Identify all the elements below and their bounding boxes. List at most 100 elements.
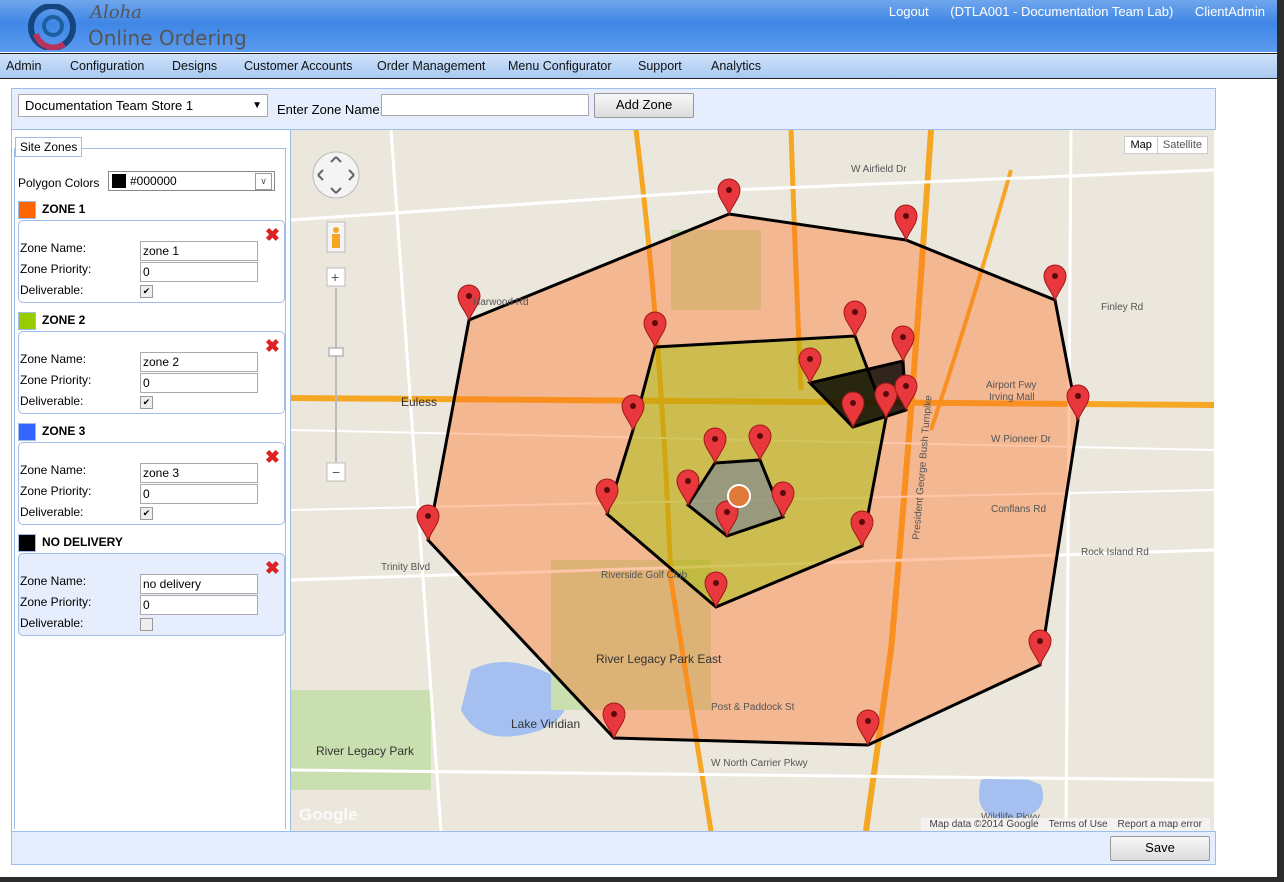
logout-link[interactable]: Logout	[889, 4, 929, 19]
zone-priority-input[interactable]	[140, 262, 258, 282]
map-label: W Pioneer Dr	[991, 434, 1052, 445]
zone-color-swatch[interactable]	[18, 201, 36, 219]
nav-order-management[interactable]: Order Management	[377, 59, 485, 73]
report-map-error-link[interactable]: Report a map error	[1118, 819, 1202, 830]
map-label: Lake Viridian	[511, 717, 580, 731]
dropdown-arrow-icon: ▼	[252, 100, 262, 111]
zone-name-input[interactable]	[140, 463, 258, 483]
zone-priority-label: Zone Priority:	[20, 484, 92, 498]
map-attribution: Map data ©2014 Google Terms of Use Report …	[921, 818, 1210, 831]
delete-zone-icon[interactable]: ✖	[265, 336, 280, 357]
polygon-colors-label: Polygon Colors	[18, 176, 100, 190]
map-label: River Legacy Park	[316, 744, 415, 758]
map-type-control: Map Satellite	[1124, 136, 1208, 154]
zone-header: ZONE 3	[18, 423, 85, 441]
polygon-color-select[interactable]: #000000 ∨	[108, 171, 275, 191]
nav-customer-accounts[interactable]: Customer Accounts	[244, 59, 352, 73]
header: Aloha Online Ordering Logout (DTLA001 - …	[0, 0, 1277, 52]
svg-text:+: +	[331, 269, 339, 285]
zone-name-label: Zone Name:	[20, 574, 87, 588]
delete-zone-icon[interactable]: ✖	[265, 447, 280, 468]
nav-designs[interactable]: Designs	[172, 59, 217, 73]
map-label: Finley Rd	[1101, 302, 1143, 313]
map-label: W North Carrier Pkwy	[711, 758, 808, 769]
zone-header: NO DELIVERY	[18, 534, 123, 552]
zone-color-swatch[interactable]	[18, 423, 36, 441]
map-label: Airport Fwy	[986, 380, 1037, 391]
add-zone-button[interactable]: Add Zone	[594, 93, 694, 118]
zone-header: ZONE 2	[18, 312, 85, 330]
zone-card: ✖ Zone Name: Zone Priority: Deliverable:…	[18, 442, 285, 525]
svg-text:−: −	[332, 464, 340, 480]
zone-name-label: Zone Name:	[20, 352, 87, 366]
account-link[interactable]: (DTLA001 - Documentation Team Lab)	[950, 4, 1173, 19]
zone-toolbar: Documentation Team Store 1 ▼ Enter Zone N…	[11, 88, 1216, 130]
google-logo: Google	[299, 805, 358, 824]
nav-analytics[interactable]: Analytics	[711, 59, 761, 73]
map-label: Post & Paddock St	[711, 702, 795, 713]
map-label: W Airfield Dr	[851, 164, 907, 175]
deliverable-label: Deliverable:	[20, 616, 84, 630]
zone-card: ✖ Zone Name: Zone Priority: Deliverable:	[18, 553, 285, 636]
map-marker-icon[interactable]	[894, 204, 918, 242]
zone-color-swatch[interactable]	[18, 534, 36, 552]
nav-admin[interactable]: Admin	[6, 59, 41, 73]
zone-color-swatch[interactable]	[18, 312, 36, 330]
delete-zone-icon[interactable]: ✖	[265, 225, 280, 246]
zone-name-input[interactable]	[381, 94, 589, 116]
zone-name-label: Enter Zone Name:	[277, 102, 384, 117]
map-type-map[interactable]: Map	[1125, 137, 1156, 153]
zone-name-input[interactable]	[140, 352, 258, 372]
polygon-color-value: #000000	[130, 174, 177, 188]
brand-script: Aloha	[90, 2, 142, 23]
store-select[interactable]: Documentation Team Store 1 ▼	[18, 94, 268, 117]
save-button[interactable]: Save	[1110, 836, 1210, 861]
zone-priority-label: Zone Priority:	[20, 373, 92, 387]
restaurant-icon[interactable]	[727, 484, 751, 508]
map-type-satellite[interactable]: Satellite	[1156, 137, 1207, 153]
terms-link[interactable]: Terms of Use	[1049, 819, 1108, 830]
zone-name-input[interactable]	[140, 574, 258, 594]
color-swatch	[112, 174, 126, 188]
map-label: Riverside Golf Club	[601, 570, 688, 581]
deliverable-checkbox[interactable]: ✔	[140, 285, 153, 298]
map-label: River Legacy Park East	[596, 652, 722, 666]
zone-name-label: Zone Name:	[20, 463, 87, 477]
map-label: Harwood Rd	[473, 297, 529, 308]
deliverable-label: Deliverable:	[20, 394, 84, 408]
zone-priority-input[interactable]	[140, 373, 258, 393]
map-label: Conflans Rd	[991, 504, 1046, 515]
nav-support[interactable]: Support	[638, 59, 682, 73]
chevron-down-icon[interactable]: ∨	[255, 173, 272, 190]
user-link[interactable]: ClientAdmin	[1195, 4, 1265, 19]
map-label: Irving Mall	[989, 392, 1035, 403]
deliverable-checkbox[interactable]	[140, 618, 153, 631]
map-label: Euless	[401, 395, 437, 409]
site-zones-panel: Site Zones Polygon Colors #000000 ∨ ZONE …	[11, 129, 291, 833]
deliverable-label: Deliverable:	[20, 505, 84, 519]
map-label: Rock Island Rd	[1081, 547, 1149, 558]
zone-priority-input[interactable]	[140, 595, 258, 615]
deliverable-checkbox[interactable]: ✔	[140, 507, 153, 520]
pan-control[interactable]	[312, 151, 360, 199]
brand-title: Online Ordering	[88, 26, 247, 50]
zone-priority-label: Zone Priority:	[20, 262, 92, 276]
delete-zone-icon[interactable]: ✖	[265, 558, 280, 579]
zone-card: ✖ Zone Name: Zone Priority: Deliverable:…	[18, 331, 285, 414]
main-nav: Admin Configuration Designs Customer Acc…	[0, 53, 1277, 79]
zoom-slider-handle[interactable]	[328, 347, 344, 357]
deliverable-label: Deliverable:	[20, 283, 84, 297]
footer-bar: Save	[11, 831, 1216, 865]
zone-priority-input[interactable]	[140, 484, 258, 504]
map[interactable]: Euless Airport Fwy Irving Mall River Legacy…	[291, 130, 1214, 831]
map-marker-icon[interactable]	[717, 178, 741, 216]
nav-configuration[interactable]: Configuration	[70, 59, 144, 73]
deliverable-checkbox[interactable]: ✔	[140, 396, 153, 409]
nav-menu-configurator[interactable]: Menu Configurator	[508, 59, 612, 73]
map-canvas[interactable]: Euless Airport FwyIrving Mall River Legacy…	[291, 130, 1214, 831]
site-zones-legend: Site Zones	[15, 137, 83, 157]
map-marker-icon[interactable]	[1043, 264, 1067, 302]
zone-name-input[interactable]	[140, 241, 258, 261]
store-select-value: Documentation Team Store 1	[25, 98, 194, 113]
zone-header: ZONE 1	[18, 201, 85, 219]
